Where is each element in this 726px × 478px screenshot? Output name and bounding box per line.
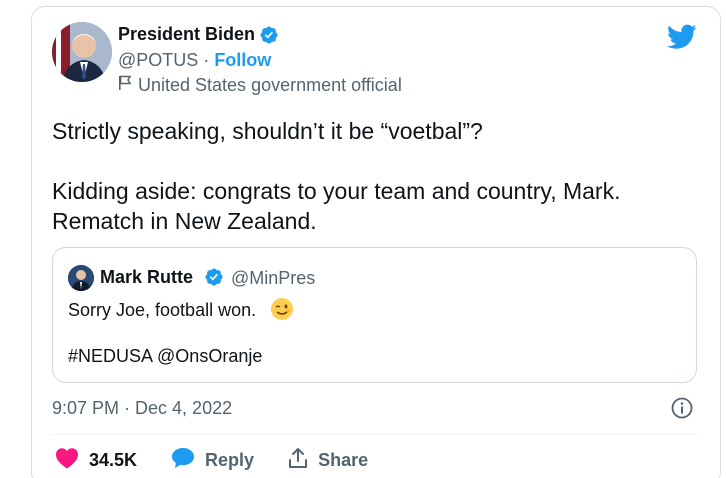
like-button[interactable]: 34.5K [55,447,137,474]
verified-badge-icon [259,25,279,50]
like-count: 34.5K [89,449,138,470]
tweet-paragraph: Kidding aside: congrats to your team and… [52,178,621,204]
wink-emoji-icon [270,297,294,326]
quoted-tweet[interactable]: Mark Rutte @MinPres Sorry Joe, football … [52,247,697,383]
author-handle-line: @POTUS · Follow [118,50,271,71]
info-icon[interactable] [671,397,693,424]
tweet-timestamp[interactable]: 9:07 PM · Dec 4, 2022 [52,398,232,419]
follow-button[interactable]: Follow [214,50,271,70]
affiliation-text: United States government official [138,75,402,95]
tweet-paragraph: Rematch in New Zealand. [52,208,317,234]
verified-badge-icon [204,267,224,292]
share-button[interactable]: Share [288,447,368,474]
reply-label: Reply [205,449,255,470]
author-handle[interactable]: @POTUS [118,50,198,70]
reply-button[interactable]: Reply [171,447,254,474]
tweet-paragraph: Strictly speaking, shouldn’t it be “voet… [52,118,483,144]
divider [52,434,697,435]
heart-icon [55,447,79,474]
separator-dot: · [203,50,210,70]
quoted-author-avatar [68,265,94,291]
share-label: Share [318,449,369,470]
reply-bubble-icon [171,447,195,474]
quoted-author-handle: @MinPres [231,268,316,288]
author-name[interactable]: President Biden [118,24,255,45]
affiliation-label: United States government official [118,75,402,96]
twitter-bird-icon[interactable] [667,24,697,55]
action-bar: 34.5K Reply Share [55,447,402,473]
tweet-body: Strictly speaking, shouldn’t it be “voet… [52,116,692,236]
quoted-tweet-text: Sorry Joe, football won. [68,300,257,320]
author-avatar[interactable] [52,22,112,82]
share-icon [288,447,308,474]
quoted-tweet-hashtags: #NEDUSA @OnsOranje [68,346,263,366]
quoted-author-name: Mark Rutte [100,267,194,287]
flag-icon [118,75,132,96]
